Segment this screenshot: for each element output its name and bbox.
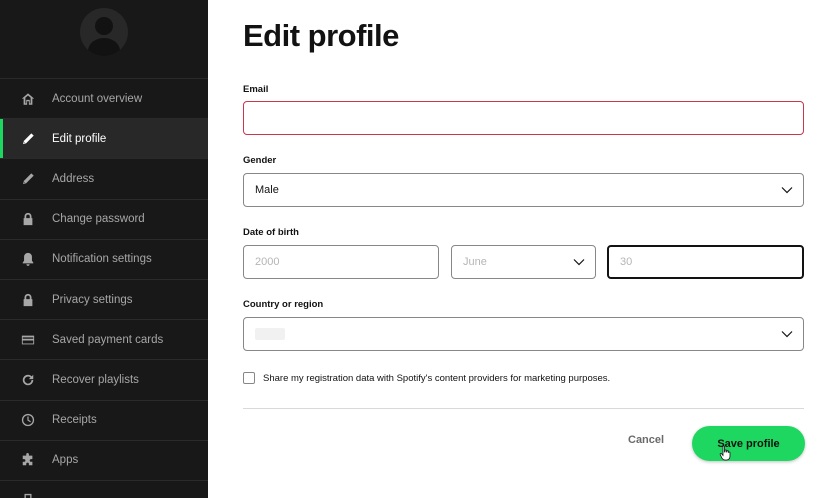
sidebar-nav: Account overview Edit profile Address Ch… [0, 78, 208, 498]
country-label: Country or region [243, 299, 324, 310]
sidebar-item-notification-settings[interactable]: Notification settings [0, 238, 208, 279]
dob-day-input[interactable]: 30 [607, 245, 804, 279]
sidebar-item-saved-payment-cards[interactable]: Saved payment cards [0, 319, 208, 359]
lock-icon [20, 211, 36, 227]
sidebar-item-privacy-settings[interactable]: Privacy settings [0, 278, 208, 319]
dob-month-value: June [463, 256, 487, 268]
sidebar-item-label: Account overview [52, 92, 143, 105]
sidebar: Account overview Edit profile Address Ch… [0, 0, 208, 498]
cancel-button[interactable]: Cancel [628, 434, 664, 446]
chevron-down-icon [781, 186, 793, 194]
avatar[interactable] [80, 8, 128, 56]
sidebar-item-edit-profile[interactable]: Edit profile [0, 118, 208, 159]
puzzle-icon [20, 452, 36, 468]
sidebar-item-account-overview[interactable]: Account overview [0, 78, 208, 118]
sidebar-item-label: Recover playlists [52, 373, 139, 386]
sidebar-item-label: Address [52, 172, 95, 185]
sidebar-item-label: Apps [52, 454, 79, 467]
clock-icon [20, 412, 36, 428]
dob-month-select[interactable]: June [451, 245, 596, 279]
dob-label: Date of birth [243, 227, 299, 238]
sidebar-item-change-password[interactable]: Change password [0, 198, 208, 239]
chevron-down-icon [573, 258, 585, 266]
pencil-icon [20, 171, 36, 187]
recover-icon [20, 372, 36, 388]
sidebar-item-label: Receipts [52, 414, 97, 427]
card-icon [20, 332, 36, 348]
sidebar-item-receipts[interactable]: Receipts [0, 399, 208, 440]
sidebar-item-label: Change password [52, 213, 145, 226]
device-icon [20, 492, 36, 498]
sidebar-item-recover-playlists[interactable]: Recover playlists [0, 359, 208, 399]
pencil-icon [20, 131, 36, 147]
gender-label: Gender [243, 155, 277, 166]
email-label: Email [243, 84, 269, 95]
dob-year-input[interactable]: 2000 [243, 245, 439, 279]
sidebar-item-partial[interactable] [0, 479, 208, 498]
main-content: Edit profile Email Gender Male Date of b… [208, 0, 839, 498]
marketing-checkbox-row: Share my registration data with Spotify'… [243, 372, 610, 384]
email-field[interactable] [243, 101, 804, 135]
gender-select[interactable]: Male [243, 173, 804, 207]
marketing-checkbox[interactable] [243, 372, 255, 384]
sidebar-item-address[interactable]: Address [0, 158, 208, 198]
bell-icon [20, 251, 36, 267]
sidebar-item-label: Privacy settings [52, 293, 133, 306]
lock-icon [20, 292, 36, 308]
sidebar-item-label: Saved payment cards [52, 333, 164, 346]
page-title: Edit profile [243, 18, 399, 53]
home-icon [20, 91, 36, 107]
gender-value: Male [255, 184, 279, 196]
hand-cursor-icon [719, 445, 731, 461]
chevron-down-icon [781, 330, 793, 338]
sidebar-item-label: Edit profile [52, 132, 107, 145]
country-value-redacted [255, 328, 285, 340]
marketing-checkbox-label[interactable]: Share my registration data with Spotify'… [263, 373, 610, 384]
country-select[interactable] [243, 317, 804, 351]
sidebar-item-apps[interactable]: Apps [0, 439, 208, 480]
sidebar-item-label: Notification settings [52, 253, 152, 266]
save-profile-button[interactable]: Save profile [692, 426, 805, 461]
divider [243, 408, 804, 409]
